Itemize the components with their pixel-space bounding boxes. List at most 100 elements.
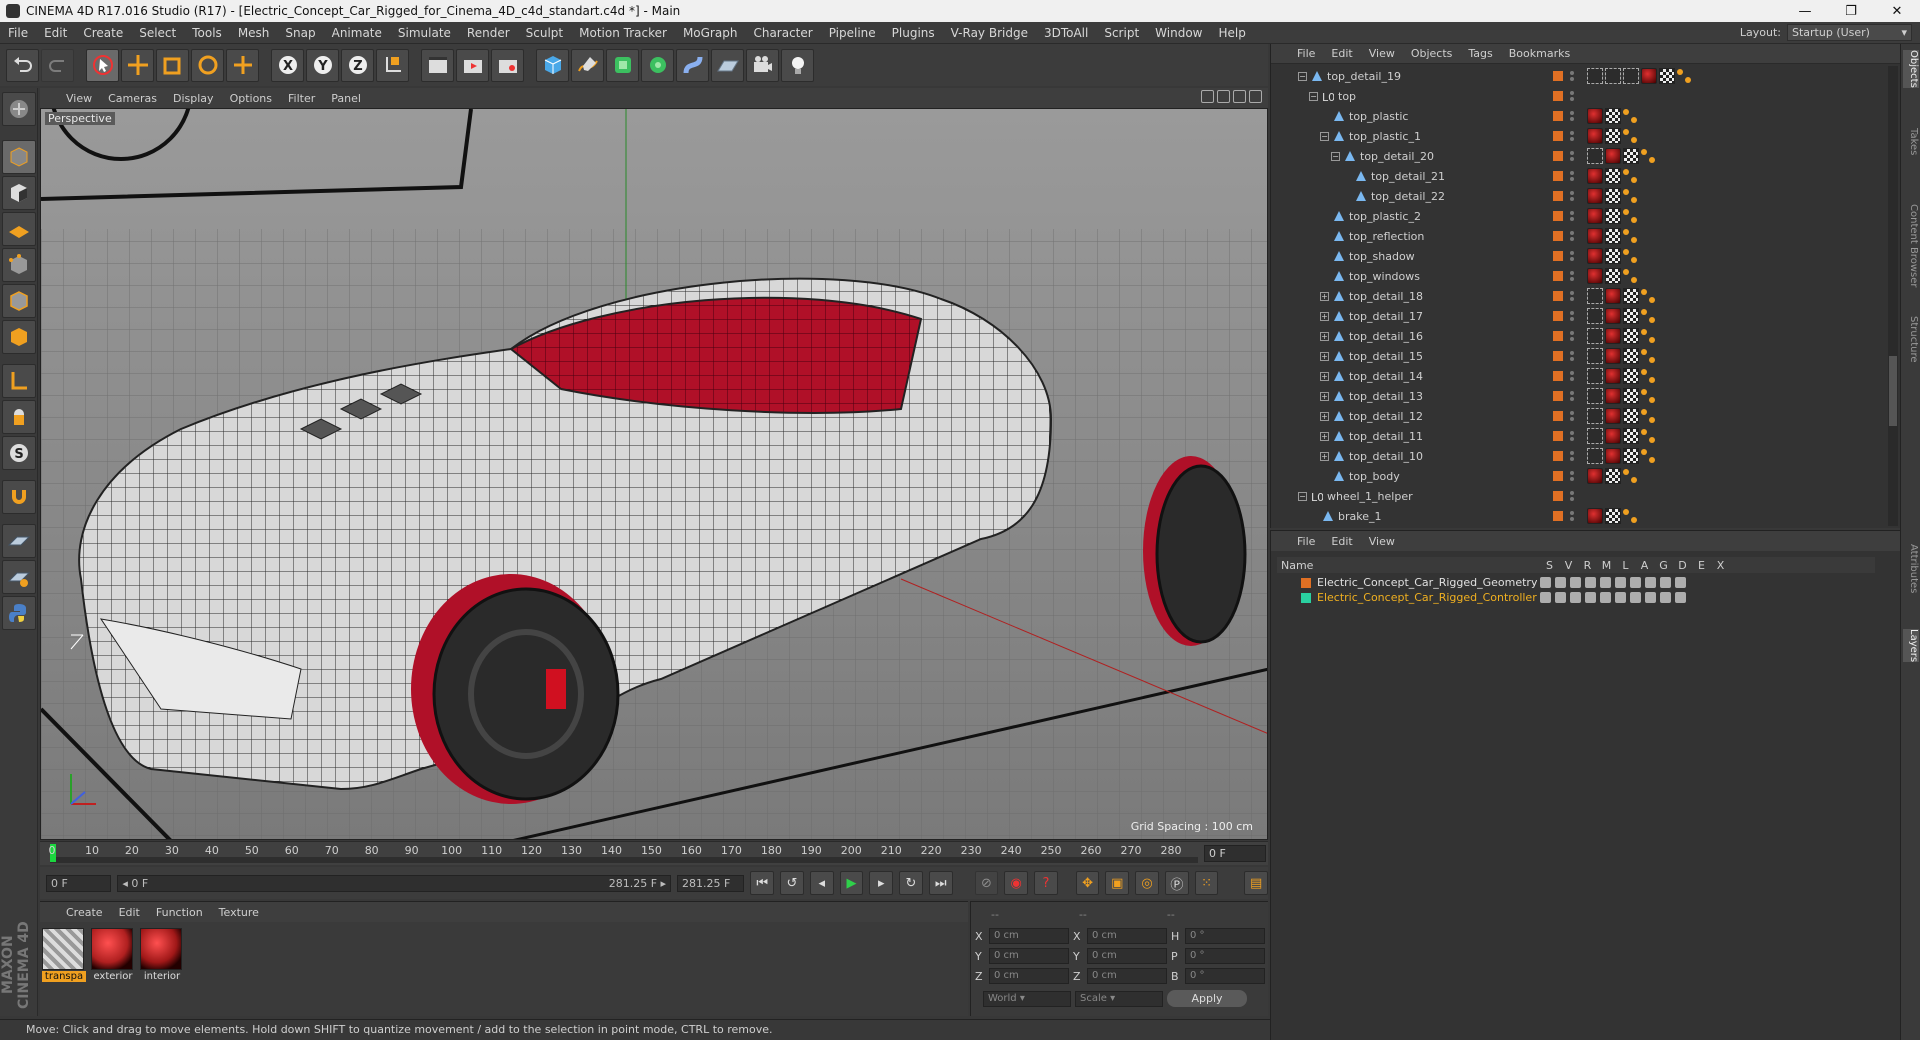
object-row[interactable]: − L0 top [1271, 86, 1889, 106]
visibility-dots[interactable] [1569, 510, 1575, 522]
move-tool-button[interactable] [121, 48, 154, 82]
x-axis-button[interactable]: X [271, 48, 304, 82]
selection-tag-icon[interactable] [1587, 368, 1603, 384]
layer-toggle-icon[interactable] [1600, 592, 1611, 603]
play-button[interactable]: ▶ [839, 871, 864, 895]
menu-select[interactable]: Select [131, 26, 184, 40]
object-row[interactable]: − L0 wheel_1_helper [1271, 486, 1889, 506]
layer-column-a[interactable]: A [1639, 559, 1650, 572]
add-array-button[interactable] [641, 48, 674, 82]
layer-column-g[interactable]: G [1658, 559, 1669, 572]
uvw-tag-icon[interactable] [1605, 168, 1621, 184]
layout-dropdown[interactable]: Startup (User) ▾ [1787, 24, 1912, 41]
layer-color-swatch[interactable] [1553, 511, 1563, 521]
viewport-menu-filter[interactable]: Filter [280, 92, 323, 105]
layer-toggle-icon[interactable] [1540, 577, 1551, 588]
object-row[interactable]: top_plastic_2 [1271, 206, 1889, 226]
layer-color-swatch[interactable] [1301, 592, 1311, 603]
layer-toggle-icon[interactable] [1660, 577, 1671, 588]
selection-tag-icon[interactable] [1587, 328, 1603, 344]
autokeying-button[interactable]: ? [1034, 871, 1058, 895]
undo-button[interactable] [6, 48, 39, 82]
side-tab-attributes[interactable]: Attributes [1903, 544, 1919, 593]
material-exterior[interactable]: exterior [91, 928, 135, 986]
side-tab-content-browser[interactable]: Content Browser [1903, 204, 1919, 287]
material-menu-edit[interactable]: Edit [111, 906, 148, 919]
perspective-viewport[interactable]: Perspective Grid Spacing : 100 cm [40, 108, 1268, 840]
texture-tag-icon[interactable] [1605, 148, 1621, 164]
layer-color-swatch[interactable] [1553, 391, 1563, 401]
goto-next-keyframe-button[interactable]: ↻ [899, 871, 923, 895]
collapse-icon[interactable]: − [1331, 151, 1340, 161]
uvw-tag-icon[interactable] [1605, 128, 1621, 144]
previous-frame-button[interactable]: ◂ [809, 871, 834, 895]
layer-column-e[interactable]: E [1696, 559, 1707, 572]
layer-toggle-icon[interactable] [1645, 592, 1656, 603]
add-nurbs-button[interactable] [606, 48, 639, 82]
make-editable-button[interactable] [2, 92, 36, 126]
visibility-dots[interactable] [1569, 350, 1575, 362]
uvw-tag-icon[interactable] [1605, 228, 1621, 244]
layer-toggle-icon[interactable] [1645, 577, 1656, 588]
menu-mesh[interactable]: Mesh [230, 26, 278, 40]
texture-tag-icon[interactable] [1587, 468, 1603, 484]
layer-color-swatch[interactable] [1553, 91, 1563, 101]
viewport-menu-options[interactable]: Options [222, 92, 280, 105]
scrollbar-thumb[interactable] [1889, 356, 1897, 426]
phong-tag-icon[interactable] [1623, 269, 1637, 283]
layer-toggle-icon[interactable] [1630, 592, 1641, 603]
phong-tag-icon[interactable] [1641, 369, 1655, 383]
selection-tag-icon[interactable] [1587, 148, 1603, 164]
visibility-dots[interactable] [1569, 490, 1575, 502]
size-mode-dropdown[interactable]: Scale ▾ [1075, 990, 1163, 1007]
menu-file[interactable]: File [0, 26, 36, 40]
uvw-tag-icon[interactable] [1623, 428, 1639, 444]
uvw-tag-icon[interactable] [1623, 368, 1639, 384]
maximize-button[interactable]: ❐ [1828, 0, 1874, 22]
side-tab-structure[interactable]: Structure [1903, 316, 1919, 363]
phong-tag-icon[interactable] [1641, 349, 1655, 363]
texture-tag-icon[interactable] [1605, 428, 1621, 444]
texture-tag-icon[interactable] [1605, 288, 1621, 304]
layer-color-swatch[interactable] [1553, 291, 1563, 301]
snap-button[interactable] [2, 480, 36, 514]
viewport-menu-cameras[interactable]: Cameras [100, 92, 165, 105]
phong-tag-icon[interactable] [1641, 149, 1655, 163]
expand-icon[interactable]: + [1320, 351, 1329, 361]
menu-tools[interactable]: Tools [184, 26, 230, 40]
phong-tag-icon[interactable] [1641, 289, 1655, 303]
expand-icon[interactable]: + [1320, 411, 1329, 421]
object-row[interactable]: + top_detail_17 [1271, 306, 1889, 326]
visibility-dots[interactable] [1569, 410, 1575, 422]
goto-start-button[interactable]: ⏮ [750, 871, 775, 895]
layer-toggle-icon[interactable] [1615, 592, 1626, 603]
selection-tag-icon[interactable] [1623, 68, 1639, 84]
uvw-tag-icon[interactable] [1623, 448, 1639, 464]
visibility-dots[interactable] [1569, 270, 1575, 282]
python-button[interactable] [2, 596, 36, 630]
record-active-objects-button[interactable]: ◉ [1004, 871, 1029, 895]
texture-tag-icon[interactable] [1605, 408, 1621, 424]
menu-snap[interactable]: Snap [277, 26, 323, 40]
texture-tag-icon[interactable] [1587, 168, 1603, 184]
coord-rotation-field[interactable]: 0 ° [1185, 968, 1265, 984]
uvw-tag-icon[interactable] [1623, 308, 1639, 324]
coord-rotation-field[interactable]: 0 ° [1185, 948, 1265, 964]
layer-color-swatch[interactable] [1553, 311, 1563, 321]
menu-plugins[interactable]: Plugins [884, 26, 943, 40]
texture-tag-icon[interactable] [1587, 268, 1603, 284]
redo-button[interactable] [41, 48, 74, 82]
expand-icon[interactable]: + [1320, 391, 1329, 401]
layer-color-swatch[interactable] [1553, 71, 1563, 81]
texture-tag-icon[interactable] [1605, 328, 1621, 344]
collapse-icon[interactable]: − [1298, 71, 1307, 81]
visibility-dots[interactable] [1569, 130, 1575, 142]
key-pla-button[interactable]: ⁙ [1194, 871, 1219, 895]
object-row[interactable]: top_shadow [1271, 246, 1889, 266]
uvw-tag-icon[interactable] [1623, 148, 1639, 164]
uvw-tag-icon[interactable] [1605, 508, 1621, 524]
object-row[interactable]: top_plastic [1271, 106, 1889, 126]
render-view-button[interactable] [421, 48, 454, 82]
selection-tag-icon[interactable] [1587, 348, 1603, 364]
object-row[interactable]: top_detail_22 [1271, 186, 1889, 206]
